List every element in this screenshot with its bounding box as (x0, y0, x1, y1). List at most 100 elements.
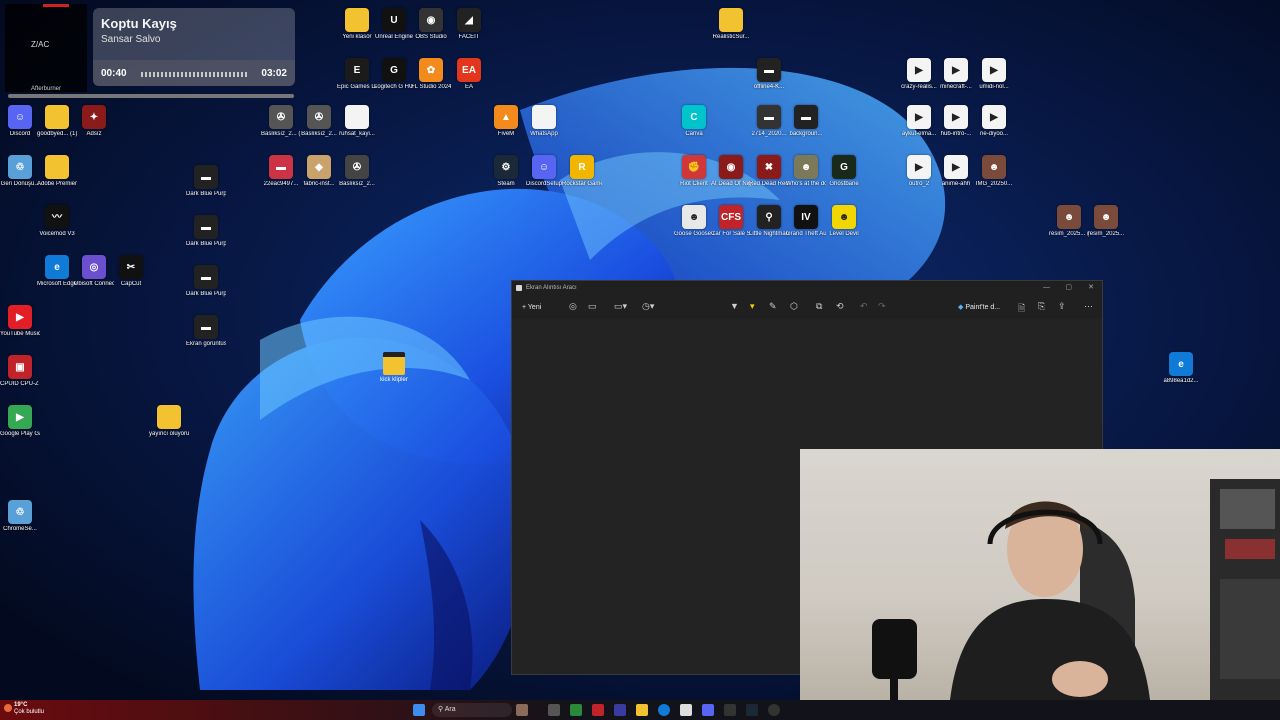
desktop-icon[interactable]: ◢ FACEIT (449, 8, 489, 41)
progress-ticks[interactable] (141, 72, 247, 77)
desktop-icon[interactable]: Adobe Premiere P... (37, 155, 77, 188)
store-icon[interactable] (680, 704, 692, 716)
taskbar-search[interactable]: ⚲ Ara (432, 703, 512, 717)
desktop-icon[interactable]: ▶ Google Play Games Beta (0, 405, 40, 438)
desktop-icon[interactable]: ✇ Baslıksız_2... (337, 155, 377, 188)
desktop-icon[interactable]: goodbyed... (1) (37, 105, 77, 138)
desktop-icon[interactable]: ☻ resim_2025... (1086, 205, 1126, 238)
playback-bar[interactable]: 00:40 03:02 (93, 60, 295, 86)
desktop-icon[interactable]: ◆ fabric-inst... (299, 155, 339, 188)
task-view-icon[interactable] (548, 704, 560, 716)
desktop-icon[interactable]: ☻ Goose Goose Duck (674, 205, 714, 238)
desktop-icon[interactable]: ▬ offline4-K... (749, 58, 789, 91)
maximize-button[interactable]: ▢ (1065, 281, 1072, 295)
desktop-icon[interactable]: ◎ Ubisoft Connect (74, 255, 114, 288)
desktop-icon[interactable]: ▶ aykut-elma... (899, 105, 939, 138)
desktop-icon[interactable]: CFS Car For Sale Simulator... (711, 205, 751, 238)
desktop-icon[interactable]: 〰 Voicemod V3 (37, 205, 77, 238)
windows-start-icon[interactable] (413, 704, 425, 716)
desktop-icon[interactable]: ▶ outro_2 (899, 155, 939, 188)
desktop-icon[interactable]: ✇ Baslıksız_2... (299, 105, 339, 138)
edit-in-paint-button[interactable]: ◆ Paint'te d... (958, 301, 1000, 315)
desktop-icon[interactable]: ▶ ne-diyoo... (974, 105, 1014, 138)
desktop-icon[interactable]: ✊ Riot Client (674, 155, 714, 188)
settings-taskbar-icon[interactable] (724, 704, 736, 716)
minimize-button[interactable]: — (1043, 281, 1050, 295)
discord-taskbar-icon[interactable] (702, 704, 714, 716)
desktop-icon[interactable]: ☻ IMG_20250... (974, 155, 1014, 188)
desktop-icon[interactable]: EA EA (449, 58, 489, 91)
edge-taskbar-icon[interactable] (658, 704, 670, 716)
desktop-icon[interactable]: IV Grand Theft Auto IV T... (786, 205, 826, 238)
snip-delay-dropdown-icon[interactable]: ◷▾ (642, 301, 654, 312)
desktop-icon[interactable]: ⚙ Steam (486, 155, 526, 188)
desktop-icon[interactable]: WhatsApp (524, 105, 564, 138)
xbox-icon[interactable] (570, 704, 582, 716)
desktop-icon[interactable]: ♲ Geri Dönüşü... (0, 155, 40, 188)
app-blue-icon[interactable] (614, 704, 626, 716)
desktop-icon[interactable]: ▬ backgroun... (786, 105, 826, 138)
new-snip-button[interactable]: + Yeni (522, 301, 550, 315)
desktop-icon[interactable]: ▶ minecraft-... (936, 58, 976, 91)
desktop-icon[interactable]: ✦ Adsız (74, 105, 114, 138)
eraser-icon[interactable]: ✎ (769, 301, 777, 312)
desktop-icon[interactable]: ✿ FL Studio 2024 (411, 58, 451, 91)
desktop-icon[interactable]: Yeni klasör (337, 8, 377, 41)
desktop-icon[interactable]: yayıncı oluyorum (149, 405, 189, 438)
desktop-icon-kick-klipler[interactable]: kick klipler (374, 352, 414, 383)
desktop-icon[interactable]: ruhsat_kayi... (337, 105, 377, 138)
save-icon[interactable]: 🗎 (1018, 301, 1025, 317)
weather-widget[interactable]: 19°C Çok bulutlu (14, 702, 44, 716)
app-red-icon[interactable] (592, 704, 604, 716)
desktop-icon[interactable]: ⚲ Little Nightmares II (749, 205, 789, 238)
desktop-icon[interactable]: ☻ Level Devil (824, 205, 864, 238)
desktop-icon[interactable]: ▬ 22eac9497... (261, 155, 301, 188)
desktop-icon[interactable]: ♲ ChromeSe... (0, 500, 40, 533)
shapes-icon[interactable]: ⬡ (790, 301, 798, 312)
desktop-icon[interactable]: ▶ YouTube Music Des... (0, 305, 40, 338)
desktop-icon[interactable]: ☻ Who's at the door (786, 155, 826, 188)
desktop-icon[interactable]: e a898ea1d2... (1161, 352, 1201, 385)
search-highlight-icon[interactable] (516, 704, 528, 716)
redo-icon[interactable]: ↷ (878, 301, 886, 312)
desktop-icon[interactable]: C Canva (674, 105, 714, 138)
steam-taskbar-icon[interactable] (746, 704, 758, 716)
desktop-icon[interactable]: ☺ Discord (0, 105, 40, 138)
undo-icon[interactable]: ↶ (860, 301, 868, 312)
desktop-icon[interactable]: ✇ Baslıksız_2... (1) (261, 105, 301, 138)
desktop-icon[interactable]: ▶ hub-intro-... (936, 105, 976, 138)
copy-icon[interactable]: ⎘ (1038, 301, 1045, 312)
snip-mode-screenshot-icon[interactable]: ◎ (569, 301, 577, 312)
desktop-icon[interactable]: ✖ Red Dead Redempti... (749, 155, 789, 188)
now-playing-widget[interactable]: Koptu Kayış Sansar Salvo 00:40 03:02 (93, 8, 295, 86)
desktop-icon[interactable]: ☺ DiscordSetup (524, 155, 564, 188)
highlighter-icon[interactable]: ▾ (750, 301, 755, 312)
desktop-icon[interactable]: ◉ At Dead Of Night (711, 155, 751, 188)
pen-icon[interactable]: ▼ (730, 301, 739, 311)
crop-icon[interactable]: ⧉ (816, 301, 822, 312)
desktop-icon[interactable]: ▬ 2714_2020... (749, 105, 789, 138)
desktop-icon[interactable]: ▬ Dark Blue Purple Whi... (186, 165, 226, 198)
desktop-icon[interactable]: ☻ resim_2025... (2) (1049, 205, 1089, 238)
close-button[interactable]: ✕ (1088, 281, 1094, 295)
desktop-icon[interactable]: RealisticSur... (711, 8, 751, 41)
obs-taskbar-icon[interactable] (768, 704, 780, 716)
window-titlebar[interactable]: Ekran Alıntısı Aracı — ▢ ✕ (512, 281, 1102, 295)
desktop-icon[interactable]: G Logitech G HUB (374, 58, 414, 91)
desktop-icon[interactable]: ✂ CapCut (111, 255, 151, 288)
desktop-icon[interactable]: ▶ umidi-nol... (974, 58, 1014, 91)
more-options-icon[interactable]: ⋯ (1084, 301, 1093, 312)
desktop-icon[interactable]: R Rockstar Games ... (562, 155, 602, 188)
weather-icon[interactable] (4, 704, 12, 712)
desktop-icon[interactable]: ▣ CPUID CPU-Z MSI (0, 355, 40, 388)
desktop-icon[interactable]: ▶ crazy-realis... (899, 58, 939, 91)
desktop-icon[interactable]: E Epic Games Launcher (337, 58, 377, 91)
desktop-icon[interactable]: U Unreal Engine (374, 8, 414, 41)
desktop-icon[interactable]: ▲ FiveM (486, 105, 526, 138)
snip-mode-video-icon[interactable]: ▭ (588, 301, 597, 312)
desktop-icon[interactable]: ▬ Dark Blue Purple Whi... (186, 265, 226, 298)
desktop-icon[interactable]: ▬ Ekran görüntüs... (186, 315, 226, 348)
snip-shape-dropdown-icon[interactable]: ▭▾ (614, 301, 627, 312)
desktop-icon[interactable]: ▬ Dark Blue Purple Whi... (186, 215, 226, 248)
file-explorer-icon[interactable] (636, 704, 648, 716)
